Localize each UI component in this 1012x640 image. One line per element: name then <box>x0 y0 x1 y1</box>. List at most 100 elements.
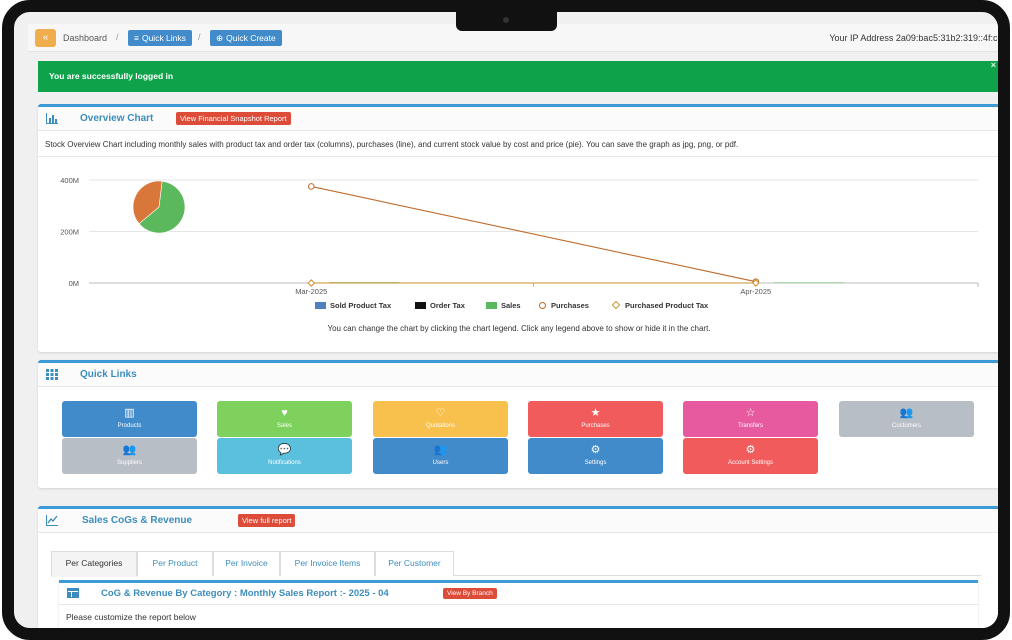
legend-swatch <box>415 302 426 309</box>
comments-icon: 💬 <box>277 444 292 456</box>
users-icon: 👥 <box>122 444 137 456</box>
y-tick-label: 200M <box>60 228 79 237</box>
quick-link-label: Transfers <box>737 423 764 429</box>
quick-link-label: Quotations <box>425 423 456 429</box>
full-report-link[interactable]: View full report <box>238 514 296 527</box>
quick-link-purchases[interactable]: ★ Purchases <box>528 401 663 437</box>
quick-link-label: Purchases <box>581 423 610 429</box>
y-tick-label: 0M <box>69 279 79 288</box>
legend-item-sales[interactable]: Sales <box>486 301 521 311</box>
quick-links-label: Quick Links <box>141 33 186 43</box>
chart-legend: Sold Product Tax Order Tax Sales Purchases P… <box>38 300 998 313</box>
quick-link-label: Users <box>432 460 449 466</box>
quick-link-sales[interactable]: ♥ Sales <box>217 401 352 437</box>
quick-link-users[interactable]: 👥 Users <box>373 438 508 474</box>
quick-link-account-settings[interactable]: ⚙ Account Settings <box>683 438 818 474</box>
quick-link-quotations[interactable]: ♡ Quotations <box>373 401 508 437</box>
tab-per-invoice-items[interactable]: Per Invoice Items <box>280 551 375 576</box>
grid-icon <box>46 369 58 380</box>
category-report-title: CoG & Revenue By Category : Monthly Sale… <box>101 588 389 599</box>
quick-link-label: Sales <box>276 423 292 429</box>
users-icon: 👥 <box>899 407 914 419</box>
overview-description: Stock Overview Chart including monthly s… <box>45 140 739 149</box>
device-bezel: « Dashboard / ≡ Quick Links / ⊕ Quick Crea… <box>2 0 1010 640</box>
chart-hint: You can change the chart by clicking the… <box>327 324 711 333</box>
legend-label: Order Tax <box>430 301 465 310</box>
breadcrumb-separator: / <box>116 32 119 42</box>
quick-create-label: Quick Create <box>226 33 276 43</box>
alert-message: You are successfully logged in <box>49 71 174 81</box>
camera-icon <box>503 17 509 23</box>
cogs-icon: ⚙ <box>745 444 756 456</box>
quick-link-label: Settings <box>584 460 607 466</box>
legend-item-purchased-product-tax[interactable]: Purchased Product Tax <box>611 300 709 311</box>
legend-item-sold-product-tax[interactable]: Sold Product Tax <box>315 301 391 311</box>
legend-label: Purchased Product Tax <box>625 301 709 310</box>
sales-cogs-title: Sales CoGs & Revenue <box>82 515 193 526</box>
quick-create-button[interactable]: ⊕ Quick Create <box>210 30 282 46</box>
y-tick-label: 400M <box>60 176 79 185</box>
x-tick-label: Apr-2025 <box>740 287 771 296</box>
financial-snapshot-link[interactable]: View Financial Snapshot Report <box>176 112 291 125</box>
overview-header: Overview Chart View Financial Snapshot R… <box>38 107 998 131</box>
quick-link-suppliers[interactable]: 👥 Suppliers <box>62 438 197 474</box>
customize-report-text: Please customize the report below <box>66 612 196 622</box>
sidebar-toggle-button[interactable]: « <box>35 29 56 47</box>
star-icon: ★ <box>590 407 601 419</box>
line-chart-icon <box>46 515 58 526</box>
bar-sales <box>773 282 844 283</box>
overview-chart: 0M 200M 400M Mar-2025 Apr-2025 <box>60 176 979 296</box>
category-report-header: CoG & Revenue By Category : Monthly Sale… <box>59 583 978 605</box>
plus-circle-icon: ⊕ <box>216 33 224 43</box>
legend-swatch <box>539 302 546 309</box>
view-by-branch-link[interactable]: View By Branch <box>443 588 497 599</box>
tab-per-categories[interactable]: Per Categories <box>51 551 137 577</box>
category-report-panel: CoG & Revenue By Category : Monthly Sale… <box>59 580 978 628</box>
legend-label: Sales <box>501 301 521 310</box>
overview-title: Overview Chart <box>80 113 154 124</box>
heart-icon: ♥ <box>281 407 288 419</box>
breadcrumb-dashboard[interactable]: Dashboard <box>63 33 107 43</box>
list-icon: ≡ <box>134 33 139 43</box>
star-outline-icon: ☆ <box>745 407 756 419</box>
tab-per-customer[interactable]: Per Customer <box>375 551 454 576</box>
legend-label: Sold Product Tax <box>330 301 392 310</box>
tab-per-product[interactable]: Per Product <box>137 551 213 576</box>
quick-link-label: Suppliers <box>116 460 142 466</box>
legend-item-purchases[interactable]: Purchases <box>539 301 589 311</box>
camera-notch <box>456 12 557 31</box>
barcode-icon: ▥ <box>124 407 135 419</box>
quick-link-customers[interactable]: 👥 Customers <box>839 401 974 437</box>
point-purchases <box>307 183 315 190</box>
bar-chart-icon <box>46 113 58 124</box>
quick-links-panel: Quick Links ▥ Products ♥ Sales ♡ Quotations ★ P… <box>38 360 998 488</box>
ip-address-text: Your IP Address 2a09:bac5:31b2:319::4f:c… <box>829 33 1002 43</box>
sales-cogs-header: Sales CoGs & Revenue View full report <box>38 509 998 533</box>
quick-link-label: Account Settings <box>727 460 774 466</box>
legend-label: Purchases <box>551 301 589 310</box>
quick-link-transfers[interactable]: ☆ Transfers <box>683 401 818 437</box>
tab-per-invoice[interactable]: Per Invoice <box>213 551 280 576</box>
quick-links-button[interactable]: ≡ Quick Links <box>128 30 192 46</box>
report-tabs: Per Categories Per Product Per Invoice Per … <box>51 551 981 577</box>
line-purchases <box>311 185 756 283</box>
legend-swatch <box>315 302 326 309</box>
app-screen: « Dashboard / ≡ Quick Links / ⊕ Quick Crea… <box>28 24 1002 628</box>
quick-links-header: Quick Links <box>38 363 998 387</box>
divider <box>38 156 998 157</box>
quick-link-settings[interactable]: ⚙ Settings <box>528 438 663 474</box>
legend-swatch <box>611 300 621 310</box>
quick-link-products[interactable]: ▥ Products <box>62 401 197 437</box>
device-frame: « Dashboard / ≡ Quick Links / ⊕ Quick Crea… <box>0 0 1012 640</box>
quick-link-label: Notifications <box>268 460 301 466</box>
alert-close-button[interactable]: × <box>991 50 996 81</box>
overview-chart-panel: Overview Chart View Financial Snapshot R… <box>38 104 998 352</box>
quick-links-title: Quick Links <box>80 369 137 380</box>
legend-item-order-tax[interactable]: Order Tax <box>415 301 465 311</box>
users-icon: 👥 <box>433 444 448 456</box>
heart-outline-icon: ♡ <box>435 407 446 419</box>
table-icon <box>67 588 79 598</box>
quick-link-label: Customers <box>891 423 921 429</box>
quick-link-notifications[interactable]: 💬 Notifications <box>217 438 352 474</box>
x-tick-label: Mar-2025 <box>295 287 327 296</box>
